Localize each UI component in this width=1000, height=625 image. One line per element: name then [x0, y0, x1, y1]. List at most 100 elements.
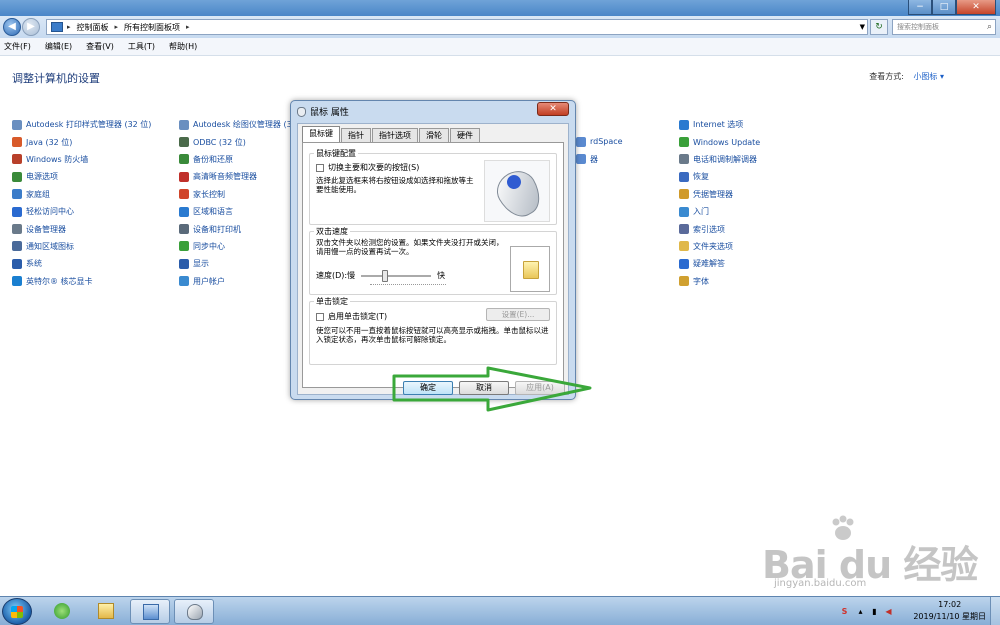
- menu-tools[interactable]: 工具(T): [128, 41, 155, 52]
- cp-item[interactable]: Java (32 位): [12, 133, 151, 150]
- cp-item-label: Autodesk 打印样式管理器 (32 位): [26, 120, 152, 130]
- taskbar-browser[interactable]: [42, 599, 82, 624]
- menu-edit[interactable]: 编辑(E): [45, 41, 72, 52]
- cp-item[interactable]: 系统: [12, 255, 151, 272]
- click-lock-checkbox[interactable]: 启用单击锁定(T): [316, 311, 387, 322]
- maximize-button[interactable]: □: [932, 0, 956, 15]
- show-desktop-button[interactable]: [990, 597, 1000, 625]
- cp-item-icon: [679, 276, 689, 287]
- ime-icon[interactable]: S: [840, 607, 849, 616]
- cp-item-icon: [179, 189, 189, 200]
- cp-item-icon: [12, 224, 22, 235]
- cp-item[interactable]: 疑难解答: [679, 255, 760, 272]
- tab-pointer-options[interactable]: 指针选项: [372, 128, 418, 142]
- cp-item[interactable]: 家庭组: [12, 186, 151, 203]
- dialog-close-button[interactable]: ✕: [537, 102, 569, 116]
- test-folder[interactable]: [510, 246, 550, 292]
- cp-item[interactable]: 设备管理器: [12, 220, 151, 237]
- address-input[interactable]: ▸ 控制面板 ▸ 所有控制面板项 ▸ ▼: [46, 19, 868, 35]
- cp-item-label: 显示: [193, 259, 209, 269]
- checkbox-label: 切换主要和次要的按钮(S): [328, 163, 420, 172]
- cp-item-label: 高清晰音频管理器: [193, 172, 257, 182]
- cp-item-label: 系统: [26, 259, 42, 269]
- cp-item[interactable]: 英特尔® 核芯显卡: [12, 273, 151, 290]
- cp-item[interactable]: Internet 选项: [679, 116, 760, 133]
- taskbar-explorer[interactable]: [86, 599, 126, 624]
- cp-item[interactable]: 字体: [679, 273, 760, 290]
- checkbox[interactable]: [316, 163, 324, 172]
- back-button[interactable]: ◀: [3, 18, 21, 36]
- tray-expand-icon[interactable]: ▴: [856, 607, 865, 616]
- cp-item-label: 轻松访问中心: [26, 207, 74, 217]
- breadcrumb-all-items[interactable]: 所有控制面板项: [124, 22, 180, 33]
- clock[interactable]: 17:02 2019/11/10 星期日: [913, 599, 986, 623]
- cp-item-icon: [179, 171, 189, 182]
- checkbox[interactable]: [316, 312, 324, 321]
- cp-item-icon: [679, 154, 689, 165]
- view-by-dropdown[interactable]: 小图标 ▾: [913, 71, 944, 82]
- cp-item[interactable]: 器: [576, 150, 623, 167]
- minimize-button[interactable]: −: [908, 0, 932, 15]
- cp-column-3: rdSpace 器: [576, 133, 623, 168]
- network-icon[interactable]: ▮: [870, 607, 879, 616]
- tab-pointers[interactable]: 指针: [341, 128, 371, 142]
- breadcrumb-separator[interactable]: ▸: [115, 23, 119, 31]
- cp-item-icon: [179, 258, 189, 269]
- folder-icon: [98, 603, 114, 619]
- cp-item[interactable]: 文件夹选项: [679, 238, 760, 255]
- cp-item[interactable]: Windows 防火墙: [12, 151, 151, 168]
- cp-item-icon: [12, 206, 22, 217]
- click-lock-settings-button[interactable]: 设置(E)...: [486, 308, 550, 321]
- mouse-icon: [297, 106, 306, 117]
- cp-item-label: Internet 选项: [693, 120, 744, 130]
- search-icon[interactable]: ⌕: [987, 20, 992, 34]
- volume-icon[interactable]: ◀: [884, 607, 893, 616]
- cp-item[interactable]: 通知区域图标: [12, 238, 151, 255]
- refresh-button[interactable]: ↻: [870, 19, 888, 35]
- cp-item[interactable]: 凭据管理器: [679, 186, 760, 203]
- breadcrumb-separator[interactable]: ▸: [186, 23, 190, 31]
- speed-slider[interactable]: [361, 269, 432, 282]
- cp-item[interactable]: 入门: [679, 203, 760, 220]
- cp-item-icon: [679, 171, 689, 182]
- cp-item[interactable]: 索引选项: [679, 220, 760, 237]
- cp-item-label: ODBC (32 位): [193, 137, 246, 147]
- cp-item-label: 家长控制: [193, 189, 225, 199]
- tab-buttons[interactable]: 鼠标键: [302, 126, 340, 142]
- taskbar-control-panel[interactable]: [130, 599, 170, 624]
- cp-item[interactable]: 轻松访问中心: [12, 203, 151, 220]
- menu-help[interactable]: 帮助(H): [169, 41, 197, 52]
- cp-item[interactable]: 恢复: [679, 168, 760, 185]
- cp-item-icon: [12, 258, 22, 269]
- cp-item-label: 家庭组: [26, 189, 50, 199]
- cp-item[interactable]: 电源选项: [12, 168, 151, 185]
- start-button[interactable]: [2, 598, 32, 625]
- menu-view[interactable]: 查看(V): [86, 41, 114, 52]
- slider-thumb[interactable]: [382, 269, 389, 282]
- cp-item[interactable]: rdSpace: [576, 133, 623, 150]
- menu-file[interactable]: 文件(F): [4, 41, 31, 52]
- click-lock-group: 单击锁定 启用单击锁定(T) 设置(E)... 使您可以不用一直按着鼠标按钮就可…: [309, 296, 557, 365]
- dialog-titlebar[interactable]: 鼠标 属性: [297, 105, 349, 118]
- tab-hardware[interactable]: 硬件: [450, 128, 480, 142]
- cp-item-label: 英特尔® 核芯显卡: [26, 276, 93, 286]
- cp-item[interactable]: Windows Update: [679, 133, 760, 150]
- breadcrumb-control-panel[interactable]: 控制面板: [77, 22, 109, 33]
- chevron-down-icon[interactable]: ▼: [860, 20, 865, 34]
- breadcrumb-separator[interactable]: ▸: [67, 23, 71, 31]
- mouse-body-icon: [490, 164, 548, 224]
- cp-item-icon: [679, 224, 689, 235]
- window-titlebar[interactable]: − □ ✕: [0, 0, 1000, 16]
- tab-wheel[interactable]: 滑轮: [419, 128, 449, 142]
- close-button[interactable]: ✕: [956, 0, 996, 15]
- cp-item[interactable]: 电话和调制解调器: [679, 151, 760, 168]
- cp-item-label: 入门: [693, 207, 709, 217]
- taskbar-mouse-properties[interactable]: [174, 599, 214, 624]
- switch-buttons-checkbox[interactable]: 切换主要和次要的按钮(S): [316, 162, 419, 173]
- forward-button[interactable]: ▶: [22, 18, 40, 36]
- windows-logo-icon: [11, 606, 23, 618]
- cp-item[interactable]: Autodesk 打印样式管理器 (32 位): [12, 116, 151, 133]
- search-input[interactable]: 搜索控制面板 ⌕: [892, 19, 996, 35]
- arrow-shape: [392, 366, 592, 412]
- checkbox-label: 启用单击锁定(T): [328, 312, 388, 321]
